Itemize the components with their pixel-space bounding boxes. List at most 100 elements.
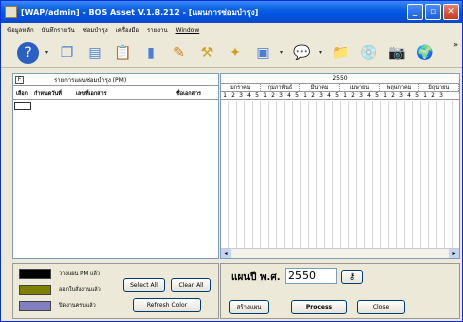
pm-list-title: รายการแผนซ่อมบำรุง (PM) <box>54 76 127 84</box>
horizontal-scrollbar[interactable]: ◂ ▸ <box>221 248 459 258</box>
refresh-color-button[interactable]: Refresh Color <box>133 298 201 312</box>
menu-item-maintenance[interactable]: ซ่อมบำรุง <box>83 25 108 35</box>
scroll-right-icon[interactable]: ▸ <box>449 249 459 258</box>
legend-swatch <box>19 285 51 295</box>
wand-icon[interactable]: ✦ <box>224 42 246 64</box>
legend-label: ออกใบสั่งงานแล้ว <box>59 287 101 293</box>
schedule-grid[interactable] <box>221 101 459 249</box>
week-label: 3 <box>239 92 243 99</box>
app-icon <box>5 6 17 18</box>
legend-item: ออกใบสั่งงานแล้ว <box>19 285 101 295</box>
menu-item-master-data[interactable]: ข้อมูลหลัก <box>7 25 34 35</box>
process-button[interactable]: Process <box>291 300 347 314</box>
filter-button[interactable]: F <box>15 75 24 84</box>
pm-plan-list-pane: F รายการแผนซ่อมบำรุง (PM) เลือก กำหนดวัน… <box>12 73 219 259</box>
select-all-button[interactable]: Select All <box>123 278 165 292</box>
menu-item-tools[interactable]: เครื่องมือ <box>116 25 139 35</box>
toolbar-overflow-icon[interactable]: » <box>453 40 458 49</box>
menu-item-window[interactable]: Window <box>176 27 200 34</box>
document-icon[interactable]: ▮ <box>140 42 162 64</box>
menu-item-daily-record[interactable]: บันทึกรายวัน <box>42 25 75 35</box>
column-doc-number[interactable]: เลขที่เอกสาร <box>73 90 141 98</box>
week-label: 3 <box>439 92 443 99</box>
plan-year-label: แผนปี พ.ศ. <box>231 272 281 283</box>
week-label: 4 <box>367 92 371 99</box>
week-label: 4 <box>287 92 291 99</box>
pages-icon[interactable]: ▤ <box>84 42 106 64</box>
week-label: 3 <box>399 92 403 99</box>
legend-swatch <box>19 269 51 279</box>
week-label: 4 <box>327 92 331 99</box>
week-label: 2 <box>431 92 435 99</box>
copy-icon[interactable]: ❐ <box>56 42 78 64</box>
plan-year-input[interactable]: 2550 <box>285 268 337 284</box>
wrench-icon[interactable]: ⚒ <box>196 42 218 64</box>
week-label: 1 <box>383 92 387 99</box>
close-window-button[interactable]: ✕ <box>443 4 459 20</box>
monitor-icon[interactable]: ▣ <box>252 42 274 64</box>
week-label: 3 <box>279 92 283 99</box>
month-label: กุมภาพันธ์ <box>261 84 301 91</box>
week-label: 4 <box>247 92 251 99</box>
title-bar[interactable]: [WAP/admin] - BOS Asset V.1.8.212 - [แผน… <box>1 1 462 23</box>
week-label: 2 <box>351 92 355 99</box>
week-label: 1 <box>223 92 227 99</box>
month-label: มกราคม <box>221 84 261 91</box>
menu-item-report[interactable]: รายงาน <box>147 25 168 35</box>
legend-label: ปิดงานครบแล้ว <box>59 303 96 309</box>
week-label: 2 <box>311 92 315 99</box>
legend-panel: วางแผน PM แล้ว ออกใบสั่งงานแล้ว ปิดงานคร… <box>12 263 219 319</box>
week-label: 2 <box>271 92 275 99</box>
help-icon[interactable]: ? <box>17 41 39 64</box>
plan-controls: แผนปี พ.ศ. 2550 ⚷ สร้างแผน Process Close <box>220 263 460 319</box>
week-label: 1 <box>263 92 267 99</box>
toolbar: ? ▾ ❐ ▤ 📋 ▮ ✎ ⚒ ✦ ▣ ▾ 💬 ▾ 📁 💿 📷 🌍 » <box>1 38 462 68</box>
week-label: 4 <box>407 92 411 99</box>
create-plan-button[interactable]: สร้างแผน <box>229 300 269 314</box>
week-label: 5 <box>295 92 299 99</box>
menu-bar: ข้อมูลหลัก บันทึกรายวัน ซ่อมบำรุง เครื่อ… <box>1 23 462 37</box>
row-selector[interactable] <box>14 102 31 110</box>
app-window: [WAP/admin] - BOS Asset V.1.8.212 - [แผน… <box>0 0 463 322</box>
week-label: 2 <box>231 92 235 99</box>
column-due-date[interactable]: กำหนดวันที่ <box>31 90 73 98</box>
search-year-button[interactable]: ⚷ <box>341 270 363 284</box>
dropdown-arrow-icon[interactable]: ▾ <box>319 49 324 56</box>
close-button[interactable]: Close <box>357 300 405 314</box>
column-doc-name[interactable]: ชื่อเอกสาร <box>141 90 201 98</box>
key-icon: ⚷ <box>348 272 356 282</box>
week-label: 5 <box>255 92 259 99</box>
disc-icon[interactable]: 💿 <box>358 42 380 64</box>
window-title: [WAP/admin] - BOS Asset V.1.8.212 - [แผน… <box>21 7 259 17</box>
legend-item: วางแผน PM แล้ว <box>19 269 100 279</box>
legend-label: วางแผน PM แล้ว <box>59 271 100 277</box>
scroll-left-icon[interactable]: ◂ <box>221 249 231 258</box>
maximize-button[interactable]: ▫ <box>425 4 441 20</box>
week-label: 1 <box>343 92 347 99</box>
schedule-months: มกราคม กุมภาพันธ์ มีนาคม เมษายน พฤษภาคม … <box>221 84 460 92</box>
minimize-button[interactable]: _ <box>407 4 423 20</box>
week-label: 5 <box>415 92 419 99</box>
week-label: 5 <box>375 92 379 99</box>
chat-icon[interactable]: 💬 <box>291 42 313 64</box>
tools-icon[interactable]: ✎ <box>168 42 190 64</box>
globe-icon[interactable]: 🌍 <box>414 42 436 64</box>
schedule-grid-pane: 2550 มกราคม กุมภาพันธ์ มีนาคม เมษายน พฤษ… <box>220 73 460 259</box>
week-label: 1 <box>423 92 427 99</box>
month-label: มีนาคม <box>300 84 341 91</box>
week-label: 3 <box>359 92 363 99</box>
week-label: 2 <box>391 92 395 99</box>
schedule-weeks: 1234512345123451234512345123 <box>221 92 459 100</box>
camera-icon[interactable]: 📷 <box>386 42 408 64</box>
dropdown-arrow-icon[interactable]: ▾ <box>280 49 285 56</box>
clear-all-button[interactable]: Clear All <box>171 278 211 292</box>
dropdown-arrow-icon[interactable]: ▾ <box>45 49 50 56</box>
column-select[interactable]: เลือก <box>13 90 31 98</box>
pm-list-header: F รายการแผนซ่อมบำรุง (PM) <box>13 74 218 86</box>
folder-icon[interactable]: 📁 <box>330 42 352 64</box>
week-label: 5 <box>335 92 339 99</box>
clipboard-icon[interactable]: 📋 <box>112 42 134 64</box>
legend-swatch <box>19 301 51 311</box>
month-label: เมษายน <box>340 84 380 91</box>
month-label: มิถุนายน <box>419 84 460 91</box>
